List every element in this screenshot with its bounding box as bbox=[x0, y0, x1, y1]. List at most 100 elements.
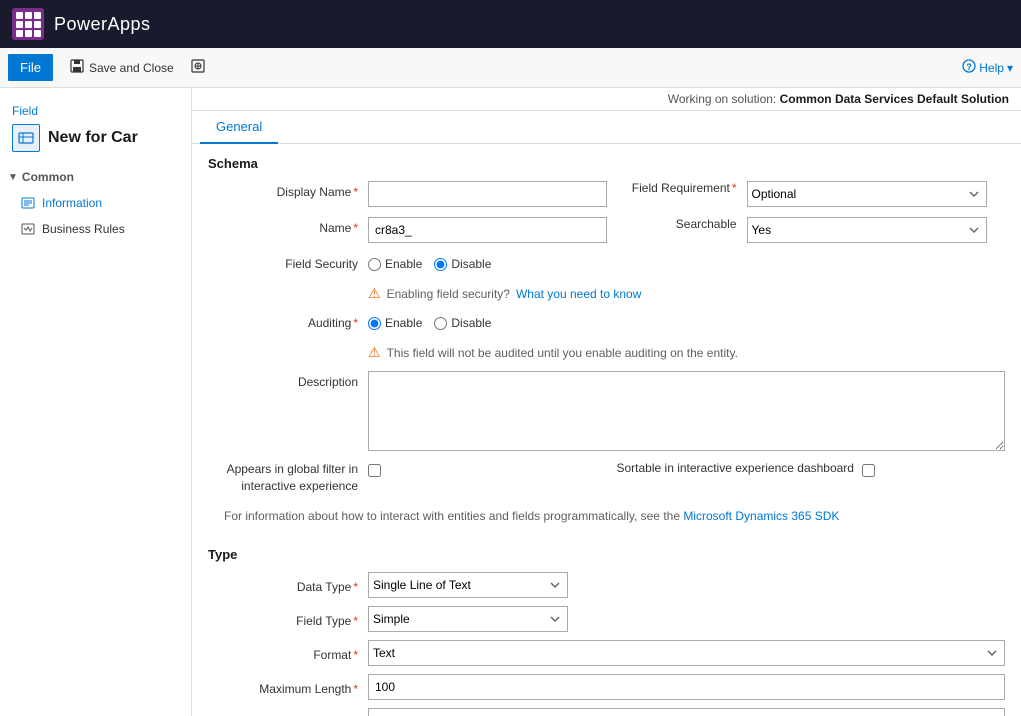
field-type-select[interactable]: Simple Calculated Rollup bbox=[368, 606, 568, 632]
sidebar-item-business-rules[interactable]: Business Rules bbox=[0, 216, 191, 242]
global-filter-row: Appears in global filter in interactive … bbox=[208, 461, 1005, 495]
field-security-row: Field Security Enable Disable bbox=[208, 253, 1005, 271]
field-security-warning-text: Enabling field security? bbox=[387, 287, 510, 301]
auditing-radio-group: Enable Disable bbox=[368, 312, 491, 330]
auditing-enable-option[interactable]: Enable bbox=[368, 316, 422, 330]
entity-name: New for Car bbox=[48, 129, 138, 147]
max-length-label: Maximum Length* bbox=[208, 678, 368, 696]
svg-text:?: ? bbox=[967, 62, 973, 72]
app-title: PowerApps bbox=[54, 14, 151, 35]
field-security-radio-group: Enable Disable bbox=[368, 253, 491, 271]
display-name-label: Display Name* bbox=[208, 181, 368, 199]
sortable-checkbox[interactable] bbox=[862, 464, 875, 477]
field-security-enable-option[interactable]: Enable bbox=[368, 257, 422, 271]
display-name-input[interactable] bbox=[368, 181, 607, 207]
info-link-row: For information about how to interact wi… bbox=[208, 505, 1005, 531]
auditing-warning-row: ⚠ This field will not be audited until y… bbox=[208, 340, 1005, 365]
information-label: Information bbox=[42, 196, 102, 210]
auditing-disable-option[interactable]: Disable bbox=[434, 316, 491, 330]
save-icon bbox=[69, 58, 85, 77]
web-icon bbox=[190, 58, 206, 77]
entity-header: New for Car bbox=[0, 120, 191, 164]
field-security-link[interactable]: What you need to know bbox=[516, 287, 641, 301]
ime-mode-select[interactable]: auto active inactive disabled bbox=[368, 708, 1005, 716]
name-left: Name* bbox=[208, 217, 607, 243]
name-row: Name* Searchable Yes No bbox=[208, 217, 1005, 243]
waffle-icon bbox=[16, 12, 41, 37]
ime-mode-label: IME Mode* bbox=[208, 712, 368, 716]
description-label: Description bbox=[208, 371, 368, 389]
format-select[interactable]: Text Email URL Ticker Symbol Phone bbox=[368, 640, 1005, 666]
searchable-select[interactable]: Yes No bbox=[747, 217, 987, 243]
ime-mode-row: IME Mode* auto active inactive disabled bbox=[208, 708, 1005, 716]
help-label: Help bbox=[979, 61, 1004, 75]
tab-general[interactable]: General bbox=[200, 111, 278, 144]
auditing-disable-radio[interactable] bbox=[434, 317, 447, 330]
global-filter-label: Appears in global filter in interactive … bbox=[208, 461, 368, 495]
solution-banner: Working on solution: Common Data Service… bbox=[192, 88, 1021, 111]
data-type-label: Data Type* bbox=[208, 576, 368, 594]
field-security-disable-radio[interactable] bbox=[434, 258, 447, 271]
global-filter-group: Appears in global filter in interactive … bbox=[208, 461, 597, 495]
entity-icon bbox=[12, 124, 40, 152]
top-nav: PowerApps bbox=[0, 0, 1021, 48]
web-button[interactable] bbox=[182, 54, 214, 81]
common-section-header[interactable]: ▼ Common bbox=[0, 164, 191, 190]
field-security-warning-row: ⚠ Enabling field security? What you need… bbox=[208, 281, 1005, 306]
data-type-select[interactable]: Single Line of Text Whole Number Decimal… bbox=[368, 572, 568, 598]
field-security-enable-radio[interactable] bbox=[368, 258, 381, 271]
format-label: Format* bbox=[208, 644, 368, 662]
name-label: Name* bbox=[208, 217, 368, 235]
description-row: Description bbox=[208, 371, 1005, 451]
auditing-label: Auditing* bbox=[208, 312, 368, 330]
auditing-enable-radio[interactable] bbox=[368, 317, 381, 330]
auditing-warning-text: This field will not be audited until you… bbox=[387, 346, 738, 360]
triangle-icon: ▼ bbox=[8, 172, 18, 183]
common-section-label: Common bbox=[22, 170, 74, 184]
field-security-label: Field Security bbox=[208, 253, 368, 271]
help-circle-icon: ? bbox=[962, 59, 976, 76]
max-length-input[interactable] bbox=[368, 674, 1005, 700]
save-button[interactable]: Save and Close bbox=[61, 54, 182, 81]
global-filter-checkbox[interactable] bbox=[368, 464, 381, 477]
save-close-label: Save and Close bbox=[89, 61, 174, 75]
type-title: Type bbox=[208, 547, 1005, 562]
business-rules-icon bbox=[20, 221, 36, 237]
field-requirement-select[interactable]: Optional Business Recommended Business R… bbox=[747, 181, 987, 207]
waffle-button[interactable] bbox=[12, 8, 44, 40]
field-requirement-right: Field Requirement* Optional Business Rec… bbox=[607, 181, 1006, 207]
field-requirement-label: Field Requirement* bbox=[607, 181, 747, 195]
searchable-label: Searchable bbox=[607, 217, 747, 231]
solution-text: Working on solution: bbox=[668, 92, 777, 106]
information-icon bbox=[20, 195, 36, 211]
searchable-right: Searchable Yes No bbox=[607, 217, 1006, 243]
field-type-row: Field Type* Simple Calculated Rollup bbox=[208, 606, 1005, 632]
display-name-row: Display Name* Field Requirement* Optiona… bbox=[208, 181, 1005, 207]
tabs: General bbox=[192, 111, 1021, 144]
entity-label: Field bbox=[0, 96, 191, 120]
info-link-prefix: For information about how to interact wi… bbox=[224, 509, 680, 523]
content-area: Working on solution: Common Data Service… bbox=[192, 88, 1021, 716]
file-button[interactable]: File bbox=[8, 54, 53, 81]
solution-name: Common Data Services Default Solution bbox=[780, 92, 1009, 106]
auditing-warning-icon: ⚠ bbox=[368, 344, 381, 361]
sidebar: Field New for Car ▼ Common bbox=[0, 88, 192, 716]
field-type-label: Field Type* bbox=[208, 610, 368, 628]
sortable-label: Sortable in interactive experience dashb… bbox=[617, 461, 862, 475]
max-length-row: Maximum Length* bbox=[208, 674, 1005, 700]
business-rules-label: Business Rules bbox=[42, 222, 125, 236]
format-row: Format* Text Email URL Ticker Symbol Pho… bbox=[208, 640, 1005, 666]
field-security-disable-option[interactable]: Disable bbox=[434, 257, 491, 271]
display-name-left: Display Name* bbox=[208, 181, 607, 207]
sortable-group: Sortable in interactive experience dashb… bbox=[597, 461, 1006, 495]
help-button[interactable]: ? Help ▾ bbox=[962, 59, 1013, 76]
sidebar-item-information[interactable]: Information bbox=[0, 190, 191, 216]
help-chevron-icon: ▾ bbox=[1007, 61, 1013, 75]
auditing-row: Auditing* Enable Disable bbox=[208, 312, 1005, 330]
description-textarea[interactable] bbox=[368, 371, 1005, 451]
sdk-link[interactable]: Microsoft Dynamics 365 SDK bbox=[683, 509, 839, 523]
name-input[interactable] bbox=[368, 217, 607, 243]
schema-title: Schema bbox=[208, 156, 1005, 171]
data-type-row: Data Type* Single Line of Text Whole Num… bbox=[208, 572, 1005, 598]
warning-icon: ⚠ bbox=[368, 285, 381, 302]
